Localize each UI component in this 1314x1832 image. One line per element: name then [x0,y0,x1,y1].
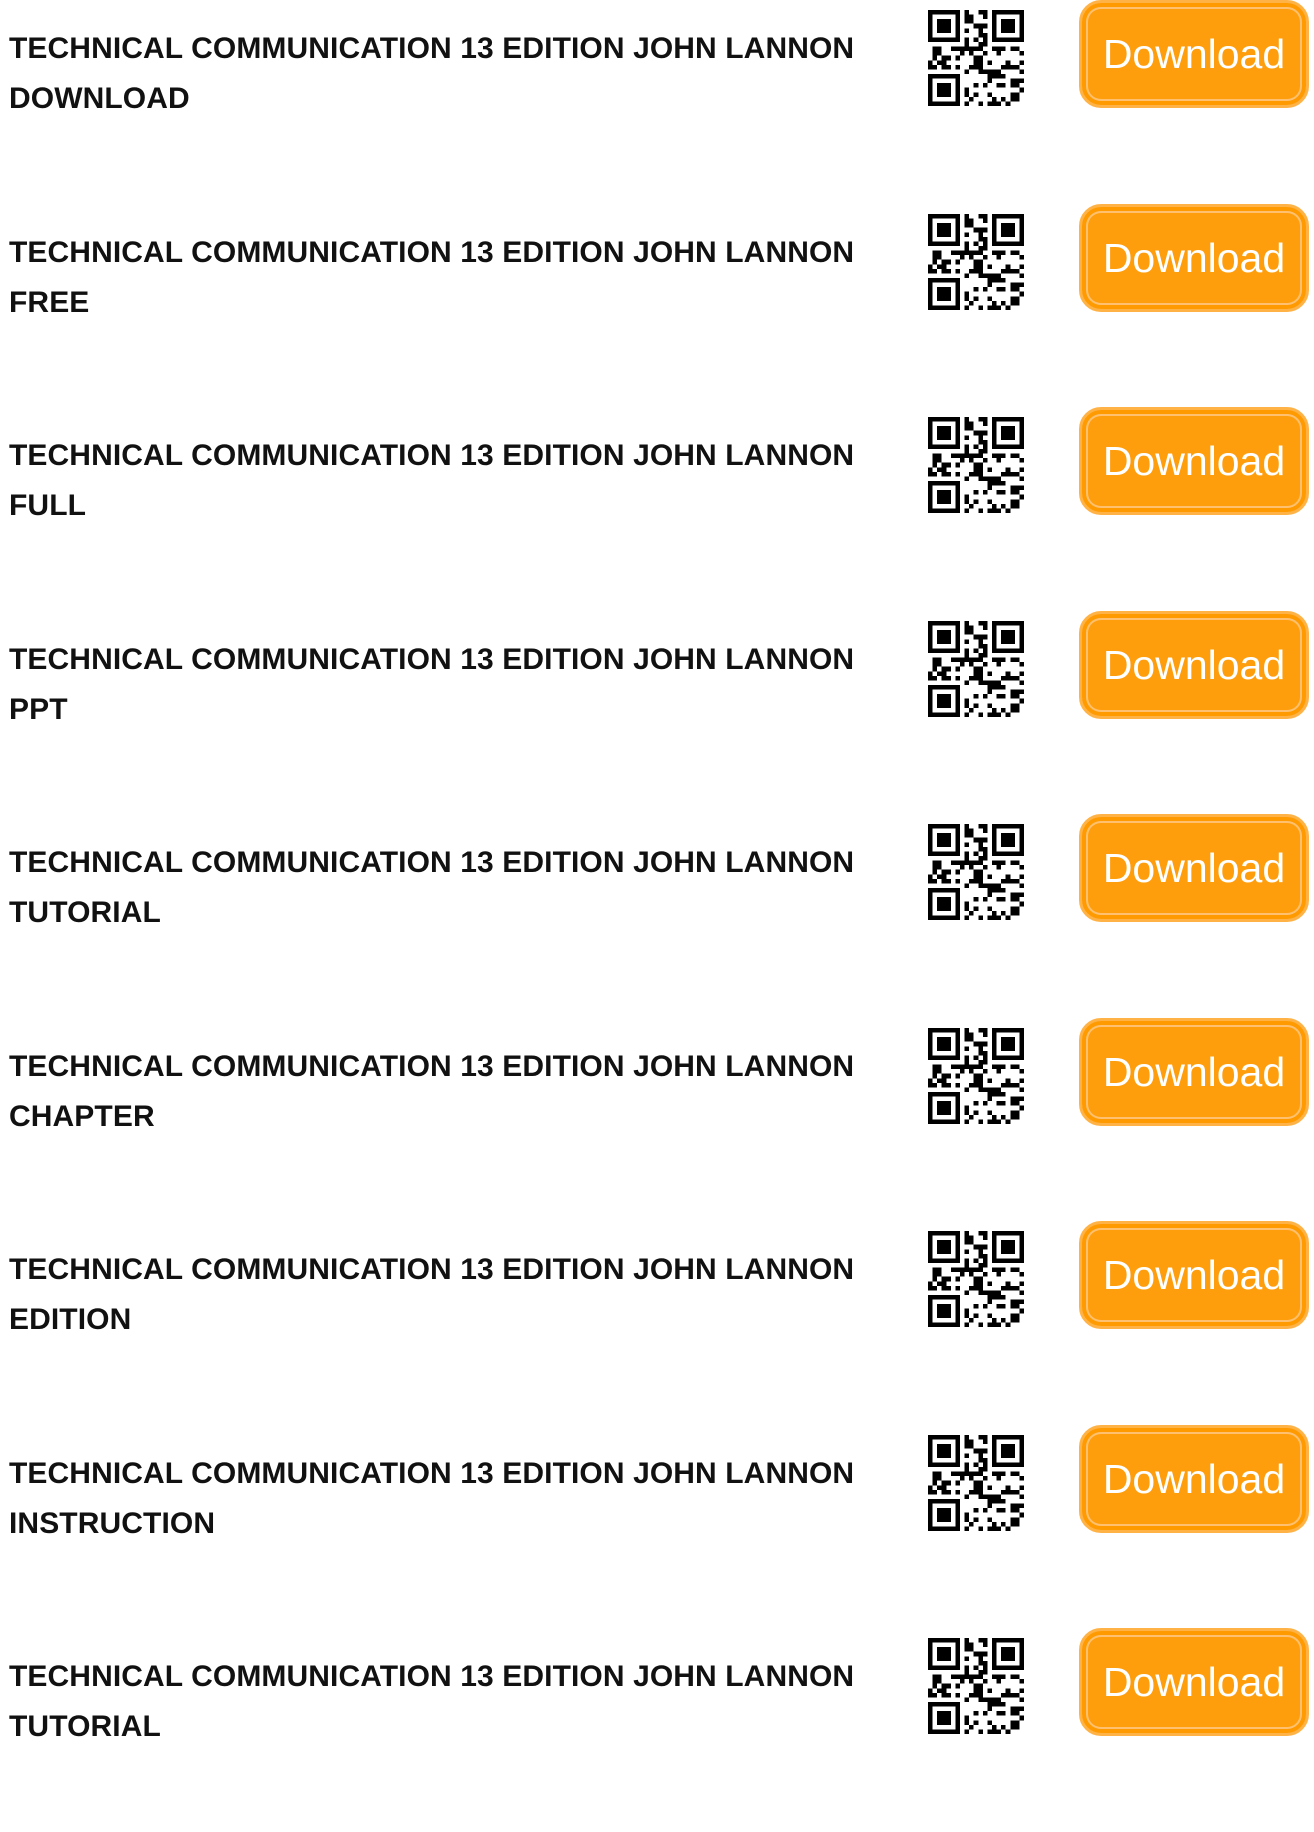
item-title-line1: TECHNICAL COMMUNICATION 13 EDITION JOHN … [9,235,855,269]
item-title: TECHNICAL COMMUNICATION 13 EDITION JOHN … [9,838,889,938]
list-item: TECHNICAL COMMUNICATION 13 EDITION JOHN … [0,1017,1314,1222]
download-button[interactable]: Download [1079,0,1309,108]
item-title-line2: DOWNLOAD [9,82,190,115]
item-title-line1: TECHNICAL COMMUNICATION 13 EDITION JOHN … [9,1456,855,1490]
item-title-line2: INSTRUCTION [9,1506,216,1540]
qr-code-icon [928,824,1024,920]
qr-code-icon [928,213,1024,310]
qr-code-icon [928,1231,1024,1327]
item-title: TECHNICAL COMMUNICATION 13 EDITION JOHN … [9,1042,889,1142]
item-title-line2: TUTORIAL [9,1710,161,1743]
download-button[interactable]: Download [1079,203,1309,312]
qr-code-icon [928,417,1024,513]
download-button[interactable]: Download [1079,1221,1309,1329]
item-title-line2: CHAPTER [9,1099,155,1133]
download-list: TECHNICAL COMMUNICATION 13 EDITION JOHN … [0,0,1314,1832]
item-title-line2: FULL [9,489,87,522]
list-item: TECHNICAL COMMUNICATION 13 EDITION JOHN … [0,203,1314,408]
item-title: TECHNICAL COMMUNICATION 13 EDITION JOHN … [9,24,889,124]
item-title-line1: TECHNICAL COMMUNICATION 13 EDITION JOHN … [9,1253,855,1286]
list-item: TECHNICAL COMMUNICATION 13 EDITION JOHN … [0,1424,1314,1629]
list-item: TECHNICAL COMMUNICATION 13 EDITION JOHN … [0,1628,1314,1832]
item-title-line2: TUTORIAL [9,896,161,929]
qr-code-icon [928,1027,1024,1124]
item-title-line2: EDITION [9,1303,132,1336]
qr-code-icon [928,620,1024,717]
item-title-line1: TECHNICAL COMMUNICATION 13 EDITION JOHN … [9,846,855,879]
list-item: TECHNICAL COMMUNICATION 13 EDITION JOHN … [0,1221,1314,1425]
item-title-line1: TECHNICAL COMMUNICATION 13 EDITION JOHN … [9,1049,855,1083]
list-item: TECHNICAL COMMUNICATION 13 EDITION JOHN … [0,610,1314,815]
list-item: TECHNICAL COMMUNICATION 13 EDITION JOHN … [0,0,1314,204]
item-title: TECHNICAL COMMUNICATION 13 EDITION JOHN … [9,431,889,531]
qr-code-icon [928,1434,1024,1531]
item-title: TECHNICAL COMMUNICATION 13 EDITION JOHN … [9,635,889,735]
qr-code-icon [928,10,1024,106]
item-title-line1: TECHNICAL COMMUNICATION 13 EDITION JOHN … [9,642,855,676]
download-button[interactable]: Download [1079,1628,1309,1736]
item-title-line1: TECHNICAL COMMUNICATION 13 EDITION JOHN … [9,32,855,65]
item-title: TECHNICAL COMMUNICATION 13 EDITION JOHN … [9,1449,889,1549]
item-title-line2: FREE [9,285,90,319]
item-title-line1: TECHNICAL COMMUNICATION 13 EDITION JOHN … [9,439,855,472]
download-button[interactable]: Download [1079,610,1309,719]
download-button[interactable]: Download [1079,1017,1309,1126]
list-item: TECHNICAL COMMUNICATION 13 EDITION JOHN … [0,407,1314,611]
item-title: TECHNICAL COMMUNICATION 13 EDITION JOHN … [9,1245,889,1345]
item-title: TECHNICAL COMMUNICATION 13 EDITION JOHN … [9,228,889,328]
download-button[interactable]: Download [1079,814,1309,922]
item-title-line1: TECHNICAL COMMUNICATION 13 EDITION JOHN … [9,1660,855,1693]
download-button[interactable]: Download [1079,1424,1309,1533]
download-button[interactable]: Download [1079,407,1309,515]
list-item: TECHNICAL COMMUNICATION 13 EDITION JOHN … [0,814,1314,1018]
item-title-line2: PPT [9,692,68,726]
qr-code-icon [928,1638,1024,1734]
item-title: TECHNICAL COMMUNICATION 13 EDITION JOHN … [9,1652,889,1752]
